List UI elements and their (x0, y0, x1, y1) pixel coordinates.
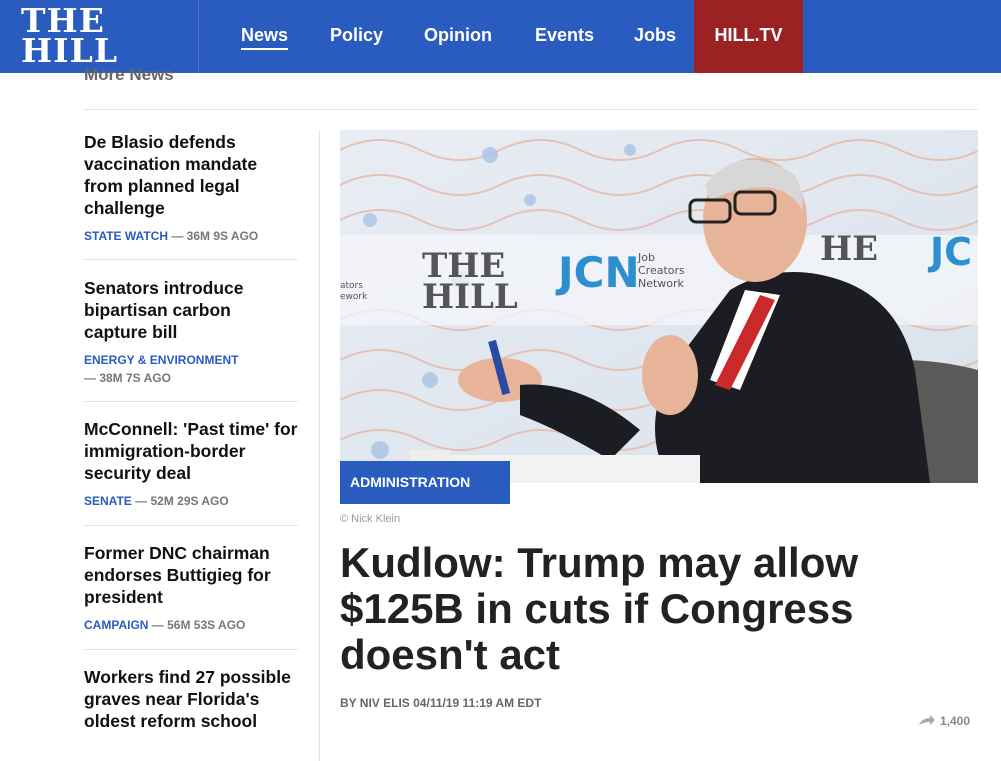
sidebar-story-meta: ENERGY & ENVIRONMENT — 38M 7S AGO (84, 351, 298, 387)
hero-sponsor-line-2: Creators (638, 264, 685, 277)
logo-line-2: HILL (21, 31, 119, 70)
share-count[interactable]: 1,400 (918, 714, 970, 729)
sidebar-divider (84, 649, 298, 650)
sidebar-story-time: — 56M 53S AGO (151, 618, 246, 632)
sidebar-story[interactable]: Workers find 27 possible graves near Flo… (84, 666, 298, 732)
sidebar-divider (84, 259, 298, 260)
sidebar-story[interactable]: Senators introduce bipartisan carbon cap… (84, 277, 298, 387)
nav-news-label: News (241, 25, 289, 50)
section-divider (84, 109, 978, 110)
hero-image[interactable]: ators ework THE HILL JCN Job Creators Ne… (340, 130, 978, 483)
hero-photo-illustration: ators ework THE HILL JCN Job Creators Ne… (340, 130, 978, 483)
photo-credit: © Nick Klein (340, 513, 401, 525)
sidebar-divider (84, 401, 298, 402)
sidebar-story-title[interactable]: Senators introduce bipartisan carbon cap… (84, 277, 298, 343)
hero-sponsor-line-1: Job (637, 251, 655, 264)
sidebar-story-meta: SENATE — 52M 29S AGO (84, 492, 298, 510)
nav-jobs[interactable]: Jobs (634, 0, 676, 73)
sidebar-story-category[interactable]: CAMPAIGN (84, 618, 148, 632)
article-headline[interactable]: Kudlow: Trump may allow $125B in cuts if… (340, 540, 940, 678)
more-news-heading: More News (84, 65, 174, 84)
sidebar-story-title[interactable]: De Blasio defends vaccination mandate fr… (84, 131, 298, 219)
sidebar-story[interactable]: McConnell: 'Past time' for immigration-b… (84, 418, 298, 510)
sidebar-story-category[interactable]: SENATE (84, 494, 132, 508)
share-count-value: 1,400 (940, 714, 971, 728)
sidebar-story-category[interactable]: STATE WATCH (84, 229, 168, 243)
column-divider (319, 130, 320, 761)
sidebar-story-title[interactable]: Workers find 27 possible graves near Flo… (84, 666, 298, 732)
sidebar-story[interactable]: De Blasio defends vaccination mandate fr… (84, 131, 298, 245)
site-logo[interactable]: THE HILL (0, 0, 199, 73)
sidebar-story-meta: STATE WATCH — 36M 9S AGO (84, 227, 298, 245)
hero-partial-hill: HE (820, 229, 878, 269)
hero-partial-text-left-2: ework (340, 292, 368, 302)
sidebar-story-title[interactable]: McConnell: 'Past time' for immigration-b… (84, 418, 298, 484)
hero-sponsor-logo: JCN (555, 248, 640, 297)
sidebar-story-category[interactable]: ENERGY & ENVIRONMENT (84, 351, 298, 369)
nav-policy[interactable]: Policy (330, 0, 383, 73)
hero-sponsor-line-3: Network (638, 277, 685, 290)
nav-hilltv[interactable]: HILL.TV (694, 0, 803, 73)
sidebar-story-title[interactable]: Former DNC chairman endorses Buttigieg f… (84, 542, 298, 608)
nav-events[interactable]: Events (535, 0, 594, 73)
top-navigation-bar: THE HILL News Policy Opinion Events Jobs… (0, 0, 1001, 73)
nav-opinion[interactable]: Opinion (424, 0, 492, 73)
sidebar-story-time: — 52M 29S AGO (135, 494, 229, 508)
sidebar-story-meta: CAMPAIGN — 56M 53S AGO (84, 616, 298, 634)
sidebar-story-time: — 38M 7S AGO (84, 371, 171, 385)
hero-partial-text-left: ators (340, 281, 363, 291)
sidebar-story[interactable]: Former DNC chairman endorses Buttigieg f… (84, 542, 298, 634)
category-badge[interactable]: ADMINISTRATION (340, 461, 510, 504)
hero-backdrop-hill: HILL (422, 277, 518, 317)
sidebar-divider (84, 525, 298, 526)
share-arrow-icon (918, 714, 936, 729)
nav-news[interactable]: News (241, 0, 289, 73)
article-byline: BY NIV ELIS 04/11/19 11:19 AM EDT (340, 696, 542, 710)
hero-partial-jcn: JC (927, 230, 972, 274)
sidebar-story-time: — 36M 9S AGO (171, 229, 259, 243)
